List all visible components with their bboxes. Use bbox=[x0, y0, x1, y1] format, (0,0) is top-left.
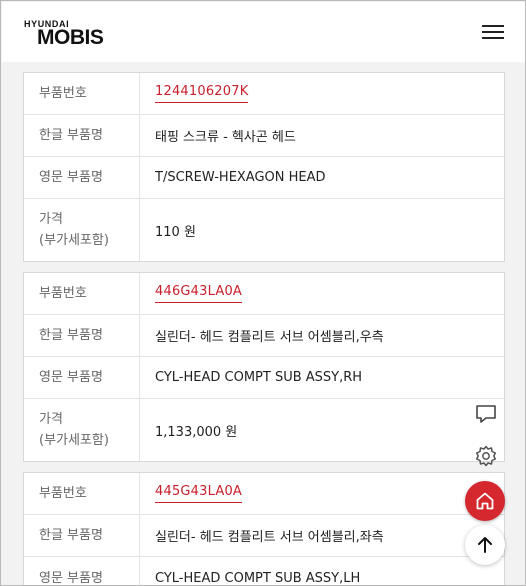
home-icon bbox=[476, 492, 494, 510]
part-no-row: 부품번호 1244106207K bbox=[24, 73, 504, 115]
part-card: 부품번호 1244106207K 한글 부품명 태핑 스크류 - 헥사곤 헤드 … bbox=[23, 72, 505, 262]
part-no-row: 부품번호 446G43LA0A bbox=[24, 273, 504, 315]
price-label-main: 가격 bbox=[39, 212, 63, 227]
eng-name-value: CYL-HEAD COMPT SUB ASSY,LH bbox=[155, 570, 361, 586]
part-card: 부품번호 446G43LA0A 한글 부품명 실린더- 헤드 컴플리트 서브 어… bbox=[23, 272, 505, 462]
price-label: 가격 (부가세포함) bbox=[24, 199, 140, 261]
kor-name-value: 태핑 스크류 - 헥사곤 헤드 bbox=[155, 130, 296, 145]
header: HYUNDAI MOBIS bbox=[2, 2, 525, 62]
price-value: 110 원 bbox=[155, 224, 196, 240]
price-row: 가격 (부가세포함) 110 원 bbox=[24, 199, 504, 261]
eng-name-row: 영문 부품명 CYL-HEAD COMPT SUB ASSY,RH bbox=[24, 357, 504, 399]
chat-icon[interactable] bbox=[473, 401, 499, 427]
price-label: 가격 (부가세포함) bbox=[24, 399, 140, 461]
kor-name-label: 한글 부품명 bbox=[24, 515, 140, 556]
kor-name-row: 한글 부품명 실린더- 헤드 컴플리트 서브 어셈블리,좌측 bbox=[24, 515, 504, 557]
kor-name-label: 한글 부품명 bbox=[24, 315, 140, 356]
logo-brand-big: MOBIS bbox=[37, 26, 104, 49]
kor-name-row: 한글 부품명 태핑 스크류 - 헥사곤 헤드 bbox=[24, 115, 504, 157]
price-label-main: 가격 bbox=[39, 412, 63, 427]
eng-name-value: T/SCREW-HEXAGON HEAD bbox=[155, 170, 326, 185]
eng-name-row: 영문 부품명 CYL-HEAD COMPT SUB ASSY,LH bbox=[24, 557, 504, 586]
logo[interactable]: HYUNDAI MOBIS bbox=[22, 19, 112, 49]
menu-icon[interactable] bbox=[482, 23, 504, 41]
price-row: 가격 (부가세포함) 1,133,000 원 bbox=[24, 399, 504, 461]
part-no-label: 부품번호 bbox=[24, 473, 140, 514]
page-frame: HYUNDAI MOBIS 부품번호 1244106207K 한글 부품명 태핑… bbox=[0, 0, 526, 586]
price-label-sub: (부가세포함) bbox=[39, 233, 109, 248]
part-no-row: 부품번호 445G43LA0A bbox=[24, 473, 504, 515]
eng-name-label: 영문 부품명 bbox=[24, 357, 140, 398]
part-no-link[interactable]: 445G43LA0A bbox=[155, 484, 243, 503]
part-no-link[interactable]: 1244106207K bbox=[155, 84, 249, 103]
scroll-top-button[interactable] bbox=[465, 525, 505, 565]
price-label-sub: (부가세포함) bbox=[39, 433, 109, 448]
part-no-label: 부품번호 bbox=[24, 73, 140, 114]
part-no-label: 부품번호 bbox=[24, 273, 140, 314]
kor-name-value: 실린더- 헤드 컴플리트 서브 어셈블리,좌측 bbox=[155, 530, 384, 545]
price-value: 1,133,000 원 bbox=[155, 424, 238, 440]
eng-name-label: 영문 부품명 bbox=[24, 157, 140, 198]
kor-name-value: 실린더- 헤드 컴플리트 서브 어셈블리,우측 bbox=[155, 330, 384, 345]
eng-name-value: CYL-HEAD COMPT SUB ASSY,RH bbox=[155, 370, 363, 385]
gear-icon[interactable] bbox=[473, 443, 499, 469]
arrow-up-icon bbox=[478, 537, 492, 553]
eng-name-label: 영문 부품명 bbox=[24, 557, 140, 585]
part-no-link[interactable]: 446G43LA0A bbox=[155, 284, 243, 303]
home-button[interactable] bbox=[465, 481, 505, 521]
eng-name-row: 영문 부품명 T/SCREW-HEXAGON HEAD bbox=[24, 157, 504, 199]
part-card: 부품번호 445G43LA0A 한글 부품명 실린더- 헤드 컴플리트 서브 어… bbox=[23, 472, 505, 586]
kor-name-row: 한글 부품명 실린더- 헤드 컴플리트 서브 어셈블리,우측 bbox=[24, 315, 504, 357]
kor-name-label: 한글 부품명 bbox=[24, 115, 140, 156]
